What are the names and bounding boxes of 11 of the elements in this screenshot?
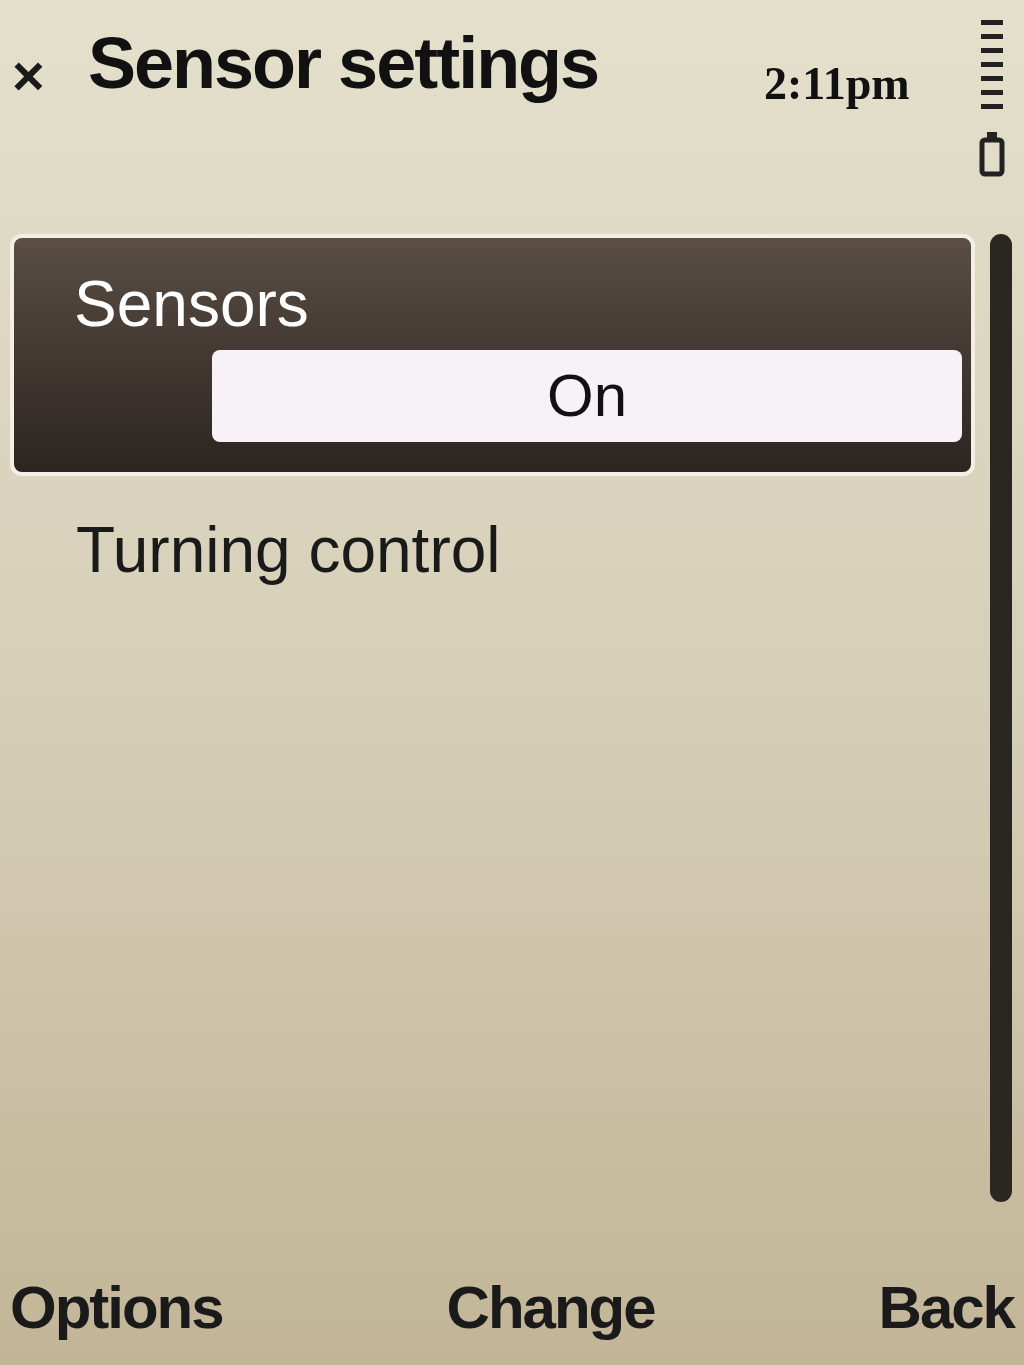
scrollbar[interactable] [990,234,1012,1202]
setting-value[interactable]: On [212,350,962,442]
window-title: Sensor settings [88,22,599,105]
softkey[interactable]: Change [446,1273,655,1343]
selected-list-item[interactable]: Sensors On [10,234,975,476]
softkey[interactable]: Options [10,1273,223,1343]
softkey[interactable]: Back [878,1273,1014,1343]
close-icon[interactable]: × [12,48,45,104]
list-item-label: Sensors [74,267,310,342]
clock: 2:11pm [764,57,910,111]
list-item-label[interactable]: Turning control [76,510,978,590]
